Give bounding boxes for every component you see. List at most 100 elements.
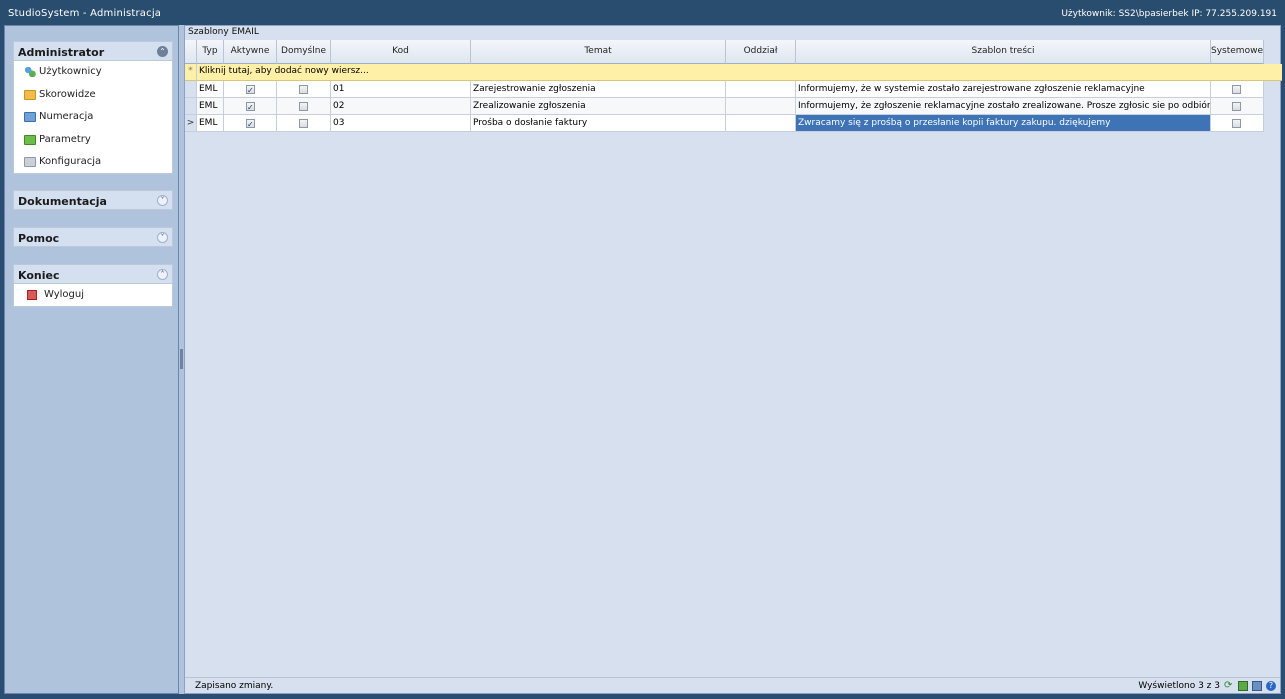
- cell-domyslne[interactable]: [277, 115, 331, 132]
- sidebar-item-label: Skorowidze: [39, 88, 96, 100]
- section-header-administrator[interactable]: Administrator ⌃: [13, 41, 173, 61]
- sidebar-item-konfiguracja[interactable]: Konfiguracja: [14, 151, 172, 174]
- folder-icon: [24, 134, 36, 145]
- user-info: Użytkownik: SS2\bpasierbek IP: 77.255.20…: [1061, 9, 1277, 19]
- section-koniec: Koniec ˄ Wyloguj: [13, 264, 173, 307]
- users-icon: [24, 67, 36, 77]
- cell-typ[interactable]: EML: [197, 81, 224, 98]
- cell-aktywne[interactable]: [224, 81, 277, 98]
- folder-icon: [24, 157, 36, 167]
- status-bar: Zapisano zmiany. Wyświetlono 3 z 3 ⟳ ?: [185, 677, 1280, 693]
- column-header-temat[interactable]: Temat: [471, 40, 726, 64]
- row-selector-header: [185, 40, 197, 64]
- cell-szablon-selected[interactable]: Zwracamy się z prośbą o przesłanie kopii…: [796, 115, 1211, 132]
- section-header-dokumentacja[interactable]: Dokumentacja ˅: [13, 190, 173, 210]
- cell-temat[interactable]: Zrealizowanie zgłoszenia: [471, 98, 726, 115]
- sidebar-item-label: Numeracja: [39, 111, 94, 122]
- sidebar-item-skorowidze[interactable]: Skorowidze: [14, 84, 172, 107]
- column-header-kod[interactable]: Kod: [331, 40, 471, 64]
- folder-icon: [24, 89, 36, 100]
- sidebar-item-label: Parametry: [39, 133, 91, 145]
- title-bar: StudioSystem - Administracja Użytkownik:…: [0, 0, 1285, 25]
- cell-typ[interactable]: EML: [197, 115, 224, 132]
- row-selector[interactable]: [185, 98, 197, 115]
- folder-icon: [24, 112, 36, 122]
- collapse-icon[interactable]: ˄: [157, 269, 168, 280]
- cell-systemowe[interactable]: [1211, 98, 1264, 115]
- systemowe-checkbox[interactable]: [1232, 85, 1241, 94]
- aktywne-checkbox[interactable]: [246, 116, 255, 131]
- cell-aktywne[interactable]: [224, 98, 277, 115]
- record-count: Wyświetlono 3 z 3: [1138, 681, 1220, 691]
- export-icon[interactable]: [1238, 681, 1248, 691]
- cell-oddzial[interactable]: [726, 98, 796, 115]
- cell-szablon[interactable]: Informujemy, że zgłoszenie reklamacyjne …: [796, 98, 1211, 115]
- cell-systemowe[interactable]: [1211, 115, 1264, 132]
- column-header-aktywne[interactable]: Aktywne: [224, 40, 277, 64]
- grid-header: Typ Aktywne Domyślne Kod Temat Oddział S…: [185, 40, 1264, 64]
- sidebar-item-wyloguj[interactable]: Wyloguj: [14, 284, 172, 307]
- sidebar-item-label: Konfiguracja: [39, 156, 102, 167]
- sidebar: Administrator ⌃ Użytkownicy Skorowidze N…: [4, 25, 179, 694]
- cell-aktywne[interactable]: [224, 115, 277, 132]
- grid-caption: Szablony EMAIL: [188, 27, 259, 37]
- cell-domyslne[interactable]: [277, 81, 331, 98]
- section-title: Koniec: [18, 269, 60, 282]
- row-selector[interactable]: [185, 81, 197, 98]
- cell-kod[interactable]: 01: [331, 81, 471, 98]
- collapse-icon[interactable]: ⌃: [157, 46, 168, 57]
- section-header-pomoc[interactable]: Pomoc ˅: [13, 227, 173, 247]
- column-header-systemowe[interactable]: Systemowe: [1211, 40, 1264, 64]
- cell-temat[interactable]: Prośba o dosłanie faktury: [471, 115, 726, 132]
- cell-oddzial[interactable]: [726, 115, 796, 132]
- section-header-koniec[interactable]: Koniec ˄: [13, 264, 173, 284]
- systemowe-checkbox[interactable]: [1232, 102, 1241, 111]
- cell-temat[interactable]: Zarejestrowanie zgłoszenia: [471, 81, 726, 98]
- cell-domyslne[interactable]: [277, 98, 331, 115]
- cell-kod[interactable]: 03: [331, 115, 471, 132]
- table-row[interactable]: > EML 03 Prośba o dosłanie faktury Zwrac…: [185, 115, 1264, 132]
- aktywne-checkbox[interactable]: [246, 99, 255, 114]
- section-administrator: Administrator ⌃ Użytkownicy Skorowidze N…: [13, 41, 173, 174]
- aktywne-checkbox[interactable]: [246, 82, 255, 97]
- cell-oddzial[interactable]: [726, 81, 796, 98]
- print-icon[interactable]: [1252, 681, 1262, 691]
- section-dokumentacja: Dokumentacja ˅: [13, 190, 173, 210]
- app-title: StudioSystem - Administracja: [8, 8, 162, 19]
- splitter-grip[interactable]: [180, 349, 183, 369]
- expand-icon[interactable]: ˅: [157, 195, 168, 206]
- column-header-szablon[interactable]: Szablon treści: [796, 40, 1211, 64]
- systemowe-checkbox[interactable]: [1232, 119, 1241, 128]
- sidebar-item-parametry[interactable]: Parametry: [14, 129, 172, 152]
- expand-icon[interactable]: ˅: [157, 232, 168, 243]
- sidebar-item-label: Użytkownicy: [39, 66, 102, 77]
- help-icon[interactable]: ?: [1266, 681, 1276, 691]
- current-row-marker[interactable]: >: [185, 115, 197, 132]
- sidebar-item-uzytkownicy[interactable]: Użytkownicy: [14, 61, 172, 84]
- refresh-icon[interactable]: ⟳: [1224, 681, 1234, 691]
- domyslne-checkbox[interactable]: [299, 85, 308, 94]
- cell-systemowe[interactable]: [1211, 81, 1264, 98]
- section-title: Pomoc: [18, 232, 60, 245]
- domyslne-checkbox[interactable]: [299, 102, 308, 111]
- domyslne-checkbox[interactable]: [299, 119, 308, 128]
- section-body-administrator: Użytkownicy Skorowidze Numeracja Paramet…: [13, 61, 173, 174]
- cell-kod[interactable]: 02: [331, 98, 471, 115]
- column-header-domyslne[interactable]: Domyślne: [277, 40, 331, 64]
- logout-icon: [27, 290, 37, 300]
- sidebar-item-numeracja[interactable]: Numeracja: [14, 106, 172, 129]
- table-row[interactable]: EML 02 Zrealizowanie zgłoszenia Informuj…: [185, 98, 1264, 115]
- column-header-oddzial[interactable]: Oddział: [726, 40, 796, 64]
- table-row[interactable]: EML 01 Zarejestrowanie zgłoszenia Inform…: [185, 81, 1264, 98]
- main-panel: Szablony EMAIL Typ Aktywne Domyślne Kod …: [184, 25, 1282, 694]
- new-row[interactable]: * Kliknij tutaj, aby dodać nowy wiersz..…: [185, 64, 1282, 81]
- section-pomoc: Pomoc ˅: [13, 227, 173, 247]
- cell-typ[interactable]: EML: [197, 98, 224, 115]
- new-row-prompt[interactable]: Kliknij tutaj, aby dodać nowy wiersz...: [197, 64, 1282, 81]
- section-title: Administrator: [18, 46, 105, 59]
- section-title: Dokumentacja: [18, 195, 107, 208]
- cell-szablon[interactable]: Informujemy, że w systemie zostało zarej…: [796, 81, 1211, 98]
- status-message: Zapisano zmiany.: [195, 681, 274, 691]
- new-row-marker: *: [185, 64, 197, 81]
- column-header-typ[interactable]: Typ: [197, 40, 224, 64]
